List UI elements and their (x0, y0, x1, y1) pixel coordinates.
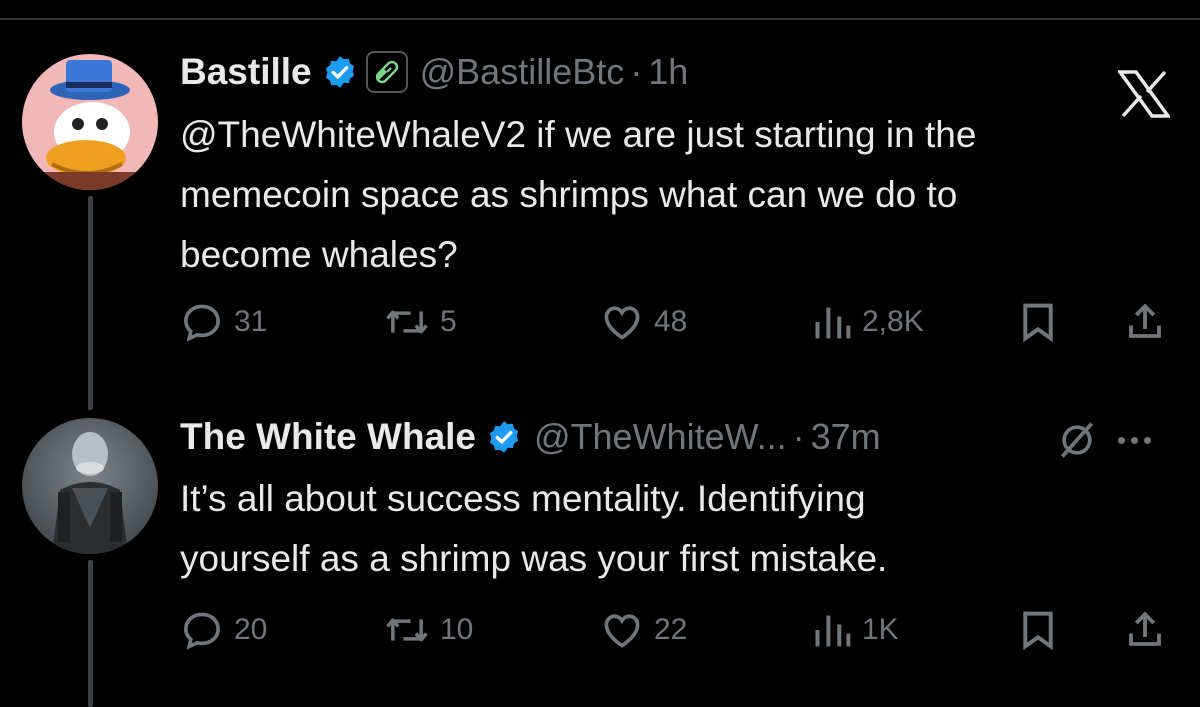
tweet-text: It’s all about success mentality. Identi… (180, 478, 888, 579)
separator: · (630, 51, 643, 92)
share-icon (1129, 611, 1161, 646)
tweet-text: @TheWhiteWhaleV2 if we are just starting… (180, 114, 977, 275)
reply-button[interactable]: 31 (180, 297, 267, 347)
avatar[interactable] (22, 54, 158, 190)
views-icon (815, 307, 851, 339)
tweet-header: Bastille @BastilleBtc · 1h (180, 47, 688, 97)
top-divider (0, 18, 1200, 20)
more-icon[interactable] (1118, 418, 1151, 462)
timestamp[interactable]: 37m (811, 416, 881, 458)
views-button[interactable]: 1K (812, 605, 899, 655)
reply-icon (184, 612, 220, 650)
reply-count: 31 (234, 305, 268, 338)
repost-button[interactable]: 10 (384, 605, 473, 655)
repost-button[interactable]: 5 (384, 297, 457, 347)
action-bar: 20 10 22 1K (180, 605, 1170, 655)
grok-icon[interactable] (1055, 418, 1099, 467)
repost-count: 5 (440, 305, 457, 338)
like-count: 48 (654, 305, 688, 338)
reply-button[interactable]: 20 (180, 605, 267, 655)
pill-badge-icon (365, 51, 408, 93)
like-button[interactable]: 48 (600, 297, 687, 347)
display-name[interactable]: Bastille (180, 51, 312, 93)
verified-badge-icon (486, 419, 522, 455)
like-button[interactable]: 22 (600, 605, 687, 655)
action-bar: 31 5 48 2,8K (180, 297, 1170, 347)
like-count: 22 (654, 613, 688, 646)
bookmark-button[interactable] (1018, 605, 1058, 655)
share-button[interactable] (1124, 297, 1166, 347)
repost-icon (386, 310, 428, 334)
share-button[interactable] (1124, 605, 1166, 655)
views-button[interactable]: 2,8K (812, 297, 924, 347)
like-icon (604, 614, 640, 648)
bookmark-icon (1023, 611, 1053, 651)
views-icon (815, 615, 851, 647)
reply-count: 20 (234, 613, 268, 646)
share-icon (1129, 303, 1161, 338)
thread-line (88, 196, 93, 410)
repost-count: 10 (440, 613, 474, 646)
repost-icon (386, 618, 428, 642)
timestamp[interactable]: 1h (648, 51, 688, 93)
handle[interactable]: @TheWhiteW... (534, 416, 787, 458)
display-name[interactable]: The White Whale (180, 416, 476, 458)
reply-icon (184, 304, 220, 342)
thread-line (88, 560, 93, 707)
handle[interactable]: @BastilleBtc (420, 51, 625, 93)
views-count: 1K (862, 613, 899, 646)
duck-avatar-icon (22, 54, 158, 190)
avatar[interactable] (22, 418, 158, 554)
bookmark-button[interactable] (1018, 297, 1058, 347)
bookmark-icon (1023, 303, 1053, 343)
separator: · (792, 416, 805, 457)
views-count: 2,8K (862, 305, 924, 338)
tweet-header: The White Whale @TheWhiteW... · 37m (180, 412, 881, 462)
like-icon (604, 306, 640, 340)
verified-badge-icon (322, 54, 358, 90)
whale-avatar-icon (22, 418, 158, 554)
